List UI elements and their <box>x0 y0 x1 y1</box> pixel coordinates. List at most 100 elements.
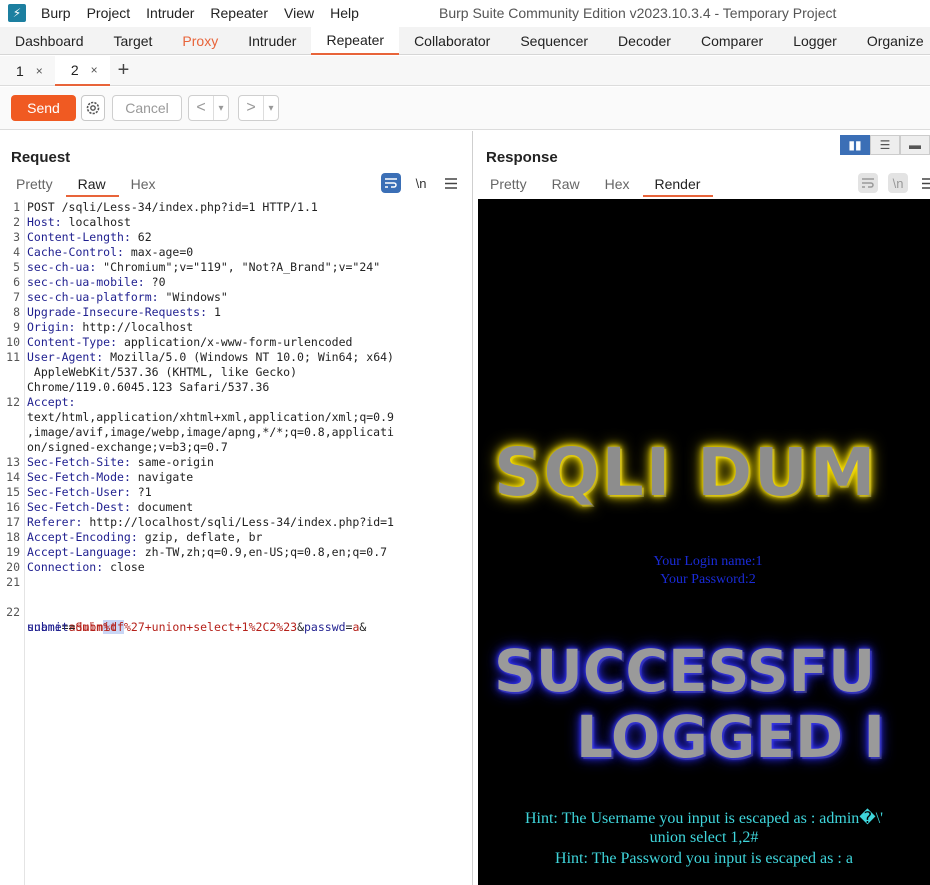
repeater-tab-1[interactable]: 1 × <box>0 56 55 86</box>
request-tab-raw[interactable]: Raw <box>65 174 119 197</box>
split-vertical-icon[interactable]: ☰ <box>870 135 900 155</box>
request-body: submit=Submit <box>27 620 117 635</box>
tab-dashboard[interactable]: Dashboard <box>0 27 99 55</box>
close-icon[interactable]: × <box>91 63 98 77</box>
header-name: Content-Length <box>27 230 124 244</box>
request-line: on/signed-exchange;v=b3;q=0.7 <box>0 440 473 455</box>
header-colon: : <box>151 290 159 304</box>
banner-image-successful: SUCCESSFU <box>494 637 876 705</box>
tab-decoder[interactable]: Decoder <box>603 27 686 55</box>
chevron-down-icon[interactable]: ▾ <box>213 96 228 120</box>
request-line: ,image/avif,image/webp,image/apng,*/*;q=… <box>0 425 473 440</box>
request-line: 13 Sec-Fetch-Site: same-origin <box>0 455 473 470</box>
request-editor[interactable]: 1 POST /sqli/Less-34/index.php?id=1 HTTP/… <box>0 200 473 885</box>
header-colon: : <box>200 305 208 319</box>
header-value: text/html,application/xhtml+xml,applicat… <box>27 410 394 424</box>
menu-icon[interactable] <box>441 173 461 193</box>
header-colon: : <box>123 470 131 484</box>
request-tab-hex[interactable]: Hex <box>119 174 169 197</box>
chevron-down-icon[interactable]: ▾ <box>263 96 278 120</box>
tab-sequencer[interactable]: Sequencer <box>505 27 603 55</box>
request-line: 16 Sec-Fetch-Dest: document <box>0 500 473 515</box>
menu-help[interactable]: Help <box>330 5 359 21</box>
single-pane-icon[interactable]: ▬ <box>900 135 930 155</box>
param-name: passwd <box>304 620 346 634</box>
menu-intruder[interactable]: Intruder <box>146 5 194 21</box>
header-colon: : <box>117 245 124 259</box>
response-tab-raw[interactable]: Raw <box>540 174 593 197</box>
banner-image-logged-in: LOGGED I <box>576 703 885 771</box>
line-number: 1 <box>13 200 20 214</box>
forward-button[interactable]: > ▾ <box>238 95 279 121</box>
tab-collaborator[interactable]: Collaborator <box>399 27 505 55</box>
request-line: AppleWebKit/537.36 (KHTML, like Gecko) <box>0 365 473 380</box>
request-line-text: AppleWebKit/537.36 (KHTML, like Gecko) <box>27 365 297 380</box>
header-colon: : <box>54 215 62 229</box>
header-value: http://localhost <box>75 320 194 334</box>
split-horizontal-icon[interactable]: ▮▮ <box>840 135 870 155</box>
request-line: 11 User-Agent: Mozilla/5.0 (Windows NT 10… <box>0 350 473 365</box>
request-line: 21 <box>0 575 473 590</box>
menu-burp[interactable]: Burp <box>41 5 71 21</box>
add-tab-icon[interactable]: + <box>118 59 130 82</box>
request-line-text: Sec-Fetch-Mode: navigate <box>27 470 193 485</box>
back-button[interactable]: < ▾ <box>188 95 229 121</box>
response-tab-render[interactable]: Render <box>642 174 714 197</box>
tab-proxy[interactable]: Proxy <box>167 27 233 55</box>
request-line-text: sec-ch-ua-mobile: ?0 <box>27 275 166 290</box>
request-line: 4 Cache-Control: max-age=0 <box>0 245 473 260</box>
menu-icon[interactable] <box>918 173 930 193</box>
close-icon[interactable]: × <box>36 64 43 78</box>
line-number: 15 <box>6 485 20 499</box>
header-name: Sec-Fetch-User <box>27 485 124 499</box>
line-number: 7 <box>13 290 20 304</box>
line-number: 17 <box>6 515 20 529</box>
header-name: Sec-Fetch-Site <box>27 455 124 469</box>
hint-username-cont: union select 1,2# <box>649 829 759 846</box>
header-value: POST /sqli/Less-34/index.php?id=1 HTTP/1… <box>27 200 318 214</box>
newline-icon[interactable]: \n <box>411 173 431 193</box>
menu-view[interactable]: View <box>284 5 314 21</box>
repeater-tab-label: 1 <box>16 62 24 79</box>
param-separator: & <box>359 620 367 634</box>
header-name: sec-ch-ua-mobile <box>27 275 138 289</box>
wrap-icon[interactable] <box>381 173 401 193</box>
menu-project[interactable]: Project <box>87 5 131 21</box>
request-line: 7 sec-ch-ua-platform: "Windows" <box>0 290 473 305</box>
header-name: Accept <box>27 395 69 409</box>
header-colon: : <box>130 530 138 544</box>
header-value: document <box>130 500 194 514</box>
tab-comparer[interactable]: Comparer <box>686 27 778 55</box>
repeater-tab-2[interactable]: 2 × <box>54 55 110 86</box>
response-panel: ▮▮ ☰ ▬ Response Pretty Raw Hex Render \n… <box>474 131 930 885</box>
hint-password: Hint: The Password you input is escaped … <box>555 850 853 867</box>
request-line-text: Accept-Encoding: gzip, deflate, br <box>27 530 262 545</box>
request-line-text: text/html,application/xhtml+xml,applicat… <box>27 410 394 425</box>
header-value: on/signed-exchange;v=b3;q=0.7 <box>27 440 228 454</box>
cancel-button[interactable]: Cancel <box>112 95 182 121</box>
header-colon: : <box>123 500 131 514</box>
request-line-text: User-Agent: Mozilla/5.0 (Windows NT 10.0… <box>27 350 394 365</box>
line-number: 12 <box>6 395 20 409</box>
gear-icon[interactable] <box>81 95 105 121</box>
tab-organizer[interactable]: Organize <box>852 27 930 55</box>
menu-repeater[interactable]: Repeater <box>210 5 268 21</box>
tab-intruder[interactable]: Intruder <box>233 27 311 55</box>
header-colon: : <box>110 335 118 349</box>
send-button[interactable]: Send <box>11 95 76 121</box>
response-tab-pretty[interactable]: Pretty <box>478 174 540 197</box>
request-tab-pretty[interactable]: Pretty <box>4 174 66 197</box>
tab-target[interactable]: Target <box>99 27 168 55</box>
header-value: zh-TW,zh;q=0.9,en-US;q=0.8,en;q=0.7 <box>137 545 388 559</box>
request-line: Chrome/119.0.6045.123 Safari/537.36 <box>0 380 473 395</box>
request-line-text: Cache-Control: max-age=0 <box>27 245 193 260</box>
header-name: User-Agent <box>27 350 97 364</box>
line-number: 6 <box>13 275 20 289</box>
tab-logger[interactable]: Logger <box>778 27 852 55</box>
line-number: 13 <box>6 455 20 469</box>
header-colon: : <box>137 275 145 289</box>
header-value: 1 <box>207 305 221 319</box>
tab-repeater[interactable]: Repeater <box>311 27 400 55</box>
response-tab-hex[interactable]: Hex <box>593 174 643 197</box>
burp-logo-icon: ⚡ <box>8 4 26 22</box>
